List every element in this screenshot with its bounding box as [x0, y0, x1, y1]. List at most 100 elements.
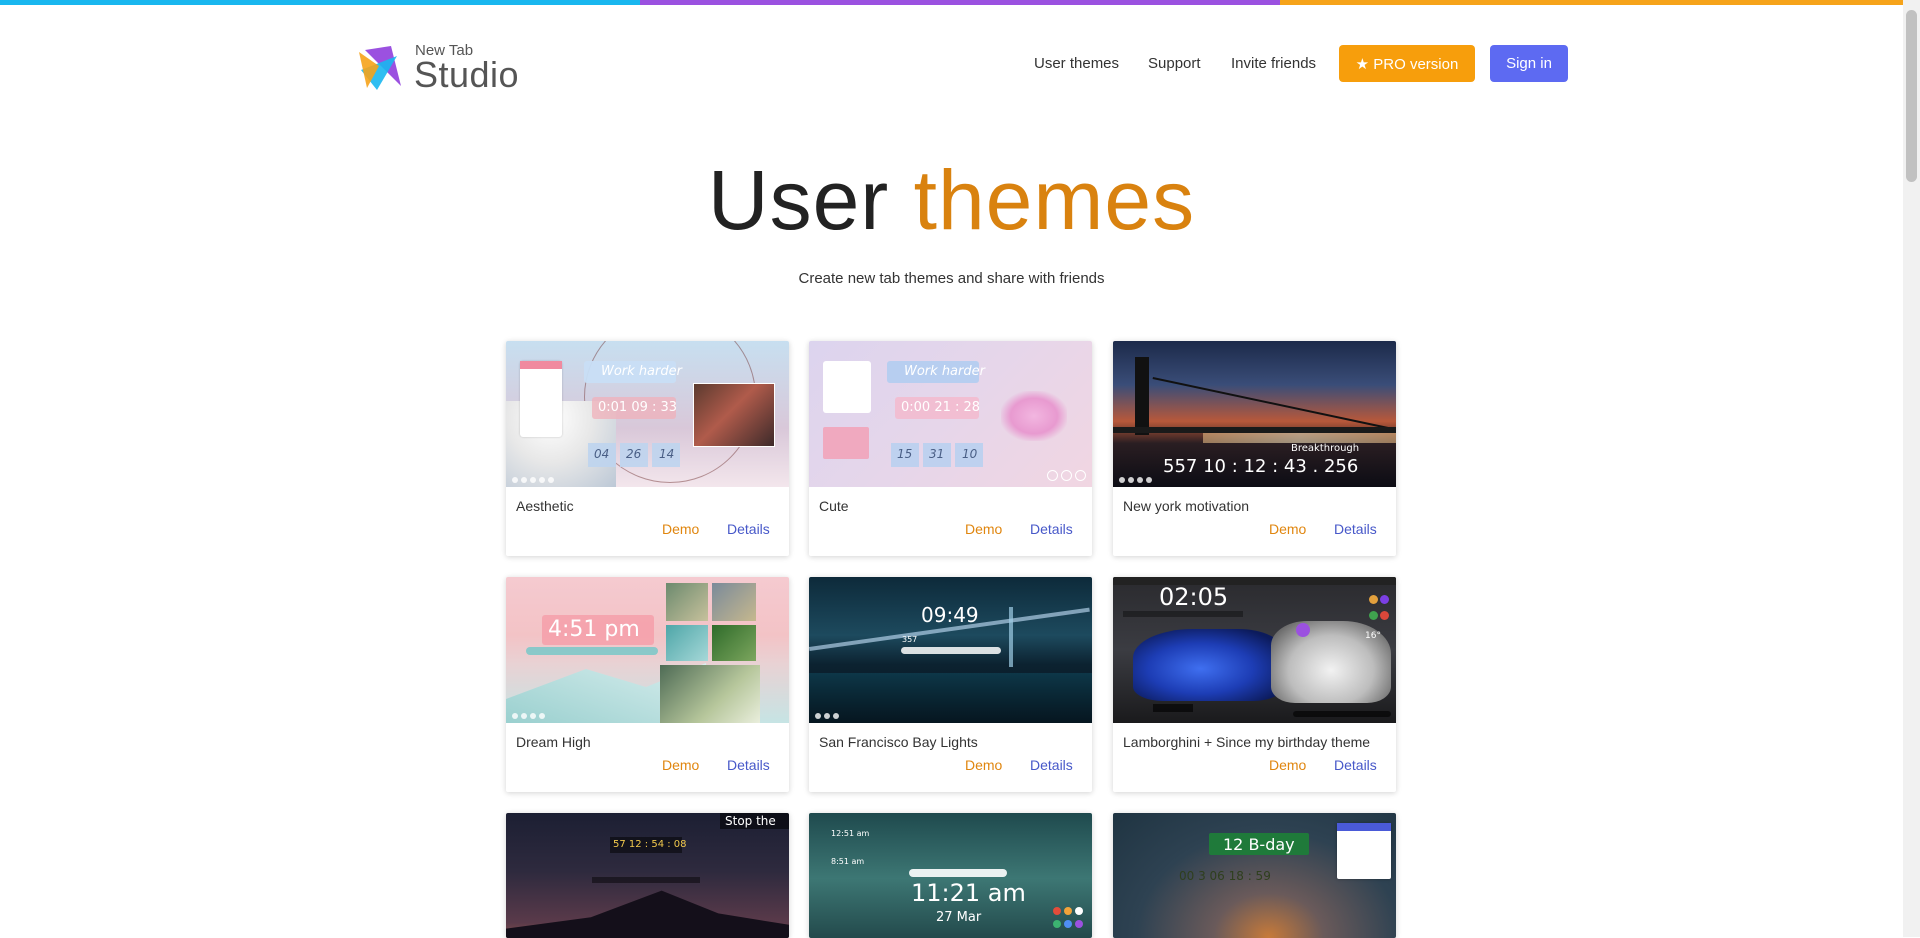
todo-widget	[1337, 823, 1391, 879]
date-box	[1153, 704, 1193, 712]
bridge-tower	[1135, 357, 1149, 435]
todo-widget	[823, 361, 871, 413]
details-link[interactable]: Details	[1334, 521, 1377, 537]
date-text: 27 Mar	[936, 910, 982, 925]
stripe-blue	[0, 0, 640, 5]
nav-invite-friends-link[interactable]: Invite friends	[1231, 55, 1316, 72]
theme-card-aesthetic: Work harder 0:01 09 : 33 04 26 14 Aesthe…	[506, 341, 789, 556]
quote-bar	[592, 877, 700, 883]
toolbar-dots	[512, 713, 545, 719]
motto-text: Work harder	[601, 364, 682, 379]
city-lights	[1203, 433, 1396, 443]
avatar	[1296, 623, 1310, 637]
world-clock-2: 8:51 am	[831, 857, 865, 866]
photo-tile	[666, 583, 708, 621]
details-link[interactable]: Details	[1030, 757, 1073, 773]
date-month: 31	[929, 447, 945, 461]
world-clock-1: 12:51 am	[831, 829, 870, 838]
demo-link[interactable]: Demo	[662, 757, 699, 773]
app-icons	[1369, 595, 1391, 625]
date-year: 10	[962, 447, 978, 461]
page-title-accent: themes	[913, 153, 1196, 247]
todo-widget-header	[520, 361, 562, 369]
clock-text: 11:21 am	[911, 879, 1026, 907]
cartoon-character	[1001, 391, 1067, 441]
quote-bar	[1123, 611, 1243, 617]
demo-link[interactable]: Demo	[662, 521, 699, 537]
theme-card-cute: Work harder 0:00 21 : 28 15 31 10 Cute D…	[809, 341, 1092, 556]
theme-title: Cute	[819, 498, 849, 514]
stripe-orange	[1280, 0, 1920, 5]
tab-strip	[1113, 577, 1396, 585]
theme-card-birthday: 12 B-day 00 3 06 18 : 59	[1113, 813, 1396, 938]
date-day: 04	[594, 447, 610, 461]
theme-card-rainy-forest: 12:51 am 8:51 am 11:21 am 27 Mar	[809, 813, 1092, 938]
theme-preview-image[interactable]: Work harder 0:01 09 : 33 04 26 14	[506, 341, 789, 487]
theme-preview-image[interactable]: 02:05 16°	[1113, 577, 1396, 723]
details-link[interactable]: Details	[1334, 757, 1377, 773]
toolbar-dots	[512, 477, 554, 483]
weather-text: 357	[902, 635, 918, 644]
nav-user-themes-item: User themes	[1034, 44, 1119, 82]
logo-big-text: Studio	[414, 54, 520, 95]
logo-icon	[359, 46, 401, 90]
theme-preview-image[interactable]: Breakthrough 557 10 : 12 : 43 . 256	[1113, 341, 1396, 487]
toolbar-dots	[815, 713, 839, 719]
page-scrollbar[interactable]	[1903, 0, 1920, 937]
theme-card-san-francisco-bay-lights: 09:49 357 San Francisco Bay Lights Demo …	[809, 577, 1092, 792]
water-reflection	[809, 673, 1092, 723]
date-year: 14	[659, 447, 675, 461]
page-title: User themes	[0, 150, 1903, 250]
date-month: 26	[626, 447, 642, 461]
theme-card-new-york-motivation: Breakthrough 557 10 : 12 : 43 . 256 New …	[1113, 341, 1396, 556]
theme-title: San Francisco Bay Lights	[819, 734, 978, 750]
demo-link[interactable]: Demo	[965, 757, 1002, 773]
search-bar	[901, 647, 1001, 654]
demo-link[interactable]: Demo	[965, 521, 1002, 537]
theme-preview-image[interactable]: 4:51 pm	[506, 577, 789, 723]
photo-widget	[693, 383, 775, 447]
stripe-purple	[640, 0, 1280, 5]
photo-tile	[712, 625, 756, 661]
clock-text: 02:05	[1159, 583, 1229, 611]
blue-car	[1133, 629, 1283, 701]
countdown-text: 557 10 : 12 : 43 . 256	[1163, 456, 1359, 477]
nav-support-link[interactable]: Support	[1148, 55, 1201, 72]
photo-tile	[666, 625, 708, 661]
theme-preview-image[interactable]: 12 B-day 00 3 06 18 : 59	[1113, 813, 1396, 938]
countdown-label: Stop the	[725, 814, 776, 828]
puffin-photo	[660, 665, 760, 723]
nav-user-themes-link[interactable]: User themes	[1034, 55, 1119, 72]
nav-support-item: Support	[1148, 44, 1201, 82]
theme-card-night-sky: Stop the 57 12 : 54 : 08	[506, 813, 789, 938]
todo-widget-header	[1337, 823, 1391, 831]
demo-link[interactable]: Demo	[1269, 521, 1306, 537]
theme-preview-image[interactable]: 09:49 357	[809, 577, 1092, 723]
top-color-stripe	[0, 0, 1920, 5]
theme-preview-image[interactable]: Stop the 57 12 : 54 : 08	[506, 813, 789, 938]
motto-text: Breakthrough	[1291, 443, 1360, 454]
bridge-cable	[1152, 377, 1391, 430]
toolbar-dots	[1119, 477, 1152, 483]
details-link[interactable]: Details	[727, 757, 770, 773]
search-bar	[909, 869, 1007, 877]
timer-text: 0:00 21 : 28	[901, 400, 981, 415]
timer-text: 0:01 09 : 33	[598, 400, 678, 415]
details-link[interactable]: Details	[1030, 521, 1073, 537]
scrollbar-thumb[interactable]	[1906, 10, 1917, 182]
sign-in-button[interactable]: Sign in	[1490, 45, 1568, 82]
page-subtitle: Create new tab themes and share with fri…	[798, 270, 1105, 287]
search-bar	[1293, 711, 1391, 717]
theme-preview-image[interactable]: 12:51 am 8:51 am 11:21 am 27 Mar	[809, 813, 1092, 938]
theme-title: Lamborghini + Since my birthday theme	[1123, 734, 1371, 750]
theme-preview-image[interactable]: Work harder 0:00 21 : 28 15 31 10	[809, 341, 1092, 487]
demo-link[interactable]: Demo	[1269, 757, 1306, 773]
pro-version-button[interactable]: ★ PRO version	[1339, 45, 1475, 82]
clock-text: 09:49	[921, 603, 979, 627]
nav-invite-item: Invite friends	[1231, 44, 1316, 82]
details-link[interactable]: Details	[727, 521, 770, 537]
bridge-tower	[1009, 607, 1013, 667]
site-logo[interactable]: New Tab Studio	[357, 40, 527, 100]
circle-buttons	[1047, 470, 1086, 481]
theme-card-dream-high: 4:51 pm Dream High Demo Details	[506, 577, 789, 792]
